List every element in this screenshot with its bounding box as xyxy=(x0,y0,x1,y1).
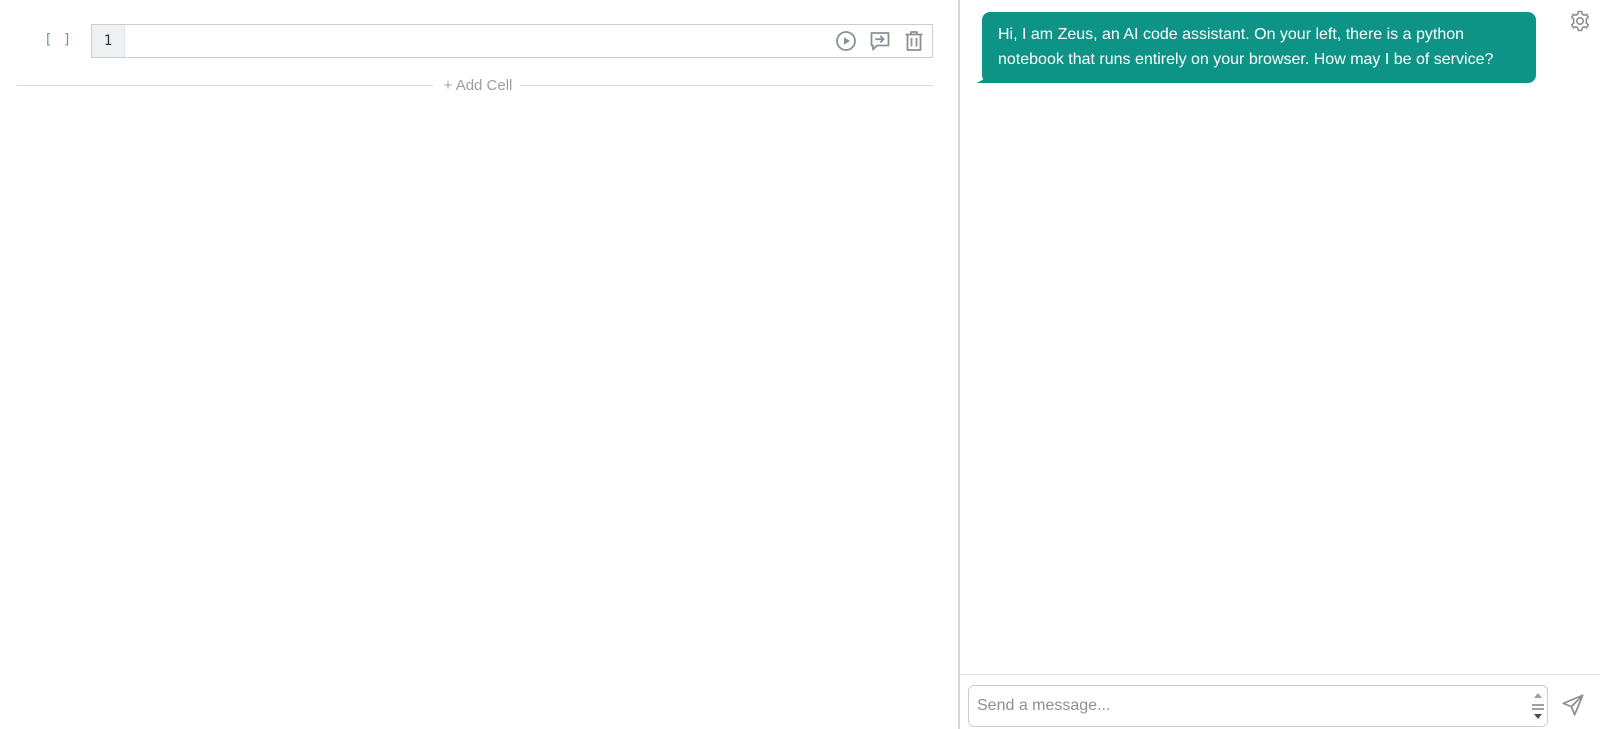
play-circle-icon xyxy=(836,31,856,51)
code-input[interactable] xyxy=(126,25,822,57)
settings-button[interactable] xyxy=(1568,9,1592,33)
gear-icon xyxy=(1570,10,1590,32)
chat-input-bar xyxy=(960,674,1600,729)
assistant-message: Hi, I am Zeus, an AI code assistant. On … xyxy=(968,12,1546,83)
divider-line xyxy=(520,85,933,86)
divider-line xyxy=(17,85,433,86)
chat-pane: Hi, I am Zeus, an AI code assistant. On … xyxy=(960,0,1600,729)
message-list: Hi, I am Zeus, an AI code assistant. On … xyxy=(960,0,1600,674)
code-cell: [ ] 1 xyxy=(0,24,958,58)
line-number: 1 xyxy=(92,25,125,57)
message-input[interactable] xyxy=(969,686,1529,726)
delete-cell-button[interactable] xyxy=(902,29,926,53)
send-to-chat-button[interactable] xyxy=(868,29,892,53)
execution-count: [ ] xyxy=(44,32,73,48)
message-arrow-icon xyxy=(870,32,890,51)
notebook-pane: [ ] 1 + Add Cell xyxy=(0,0,958,729)
message-bubble: Hi, I am Zeus, an AI code assistant. On … xyxy=(982,12,1536,83)
add-cell-button[interactable]: + Add Cell xyxy=(438,76,518,96)
cell-toolbar xyxy=(834,29,926,53)
add-cell-row: + Add Cell xyxy=(17,76,933,96)
cell-editor[interactable]: 1 xyxy=(91,24,933,58)
run-cell-button[interactable] xyxy=(834,29,858,53)
message-input-box xyxy=(968,685,1548,727)
send-button[interactable] xyxy=(1560,692,1586,718)
send-icon xyxy=(1562,694,1584,716)
app: [ ] 1 + Add Cell Hi, I am Zeus, an AI co… xyxy=(0,0,1600,729)
trash-icon xyxy=(905,31,923,51)
scroll-spinner-icon[interactable] xyxy=(1531,688,1545,724)
